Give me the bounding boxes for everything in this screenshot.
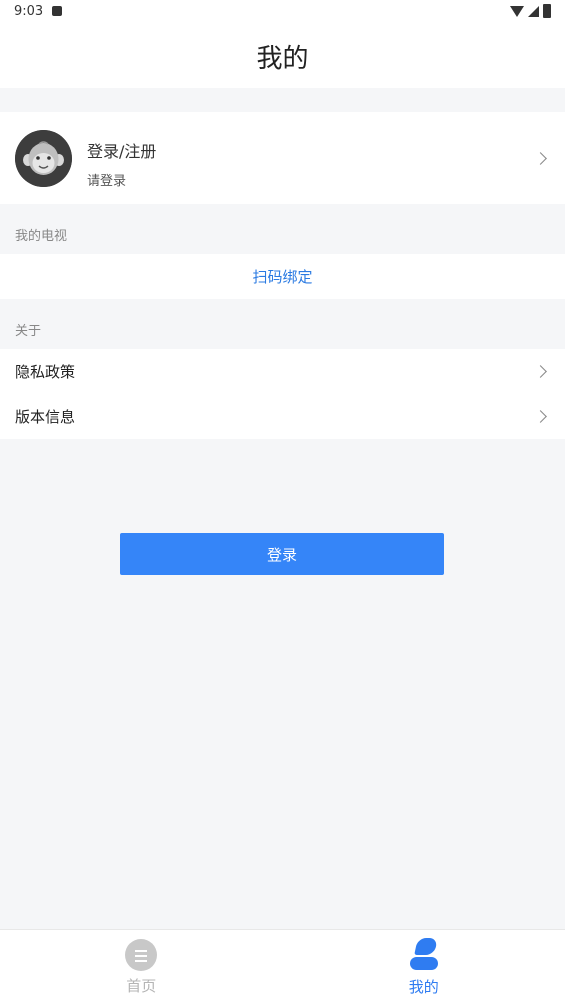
list-item-privacy-policy[interactable]: 隐私政策 bbox=[0, 349, 565, 394]
person-icon bbox=[409, 938, 439, 972]
list-item-label: 隐私政策 bbox=[15, 363, 76, 381]
chevron-right-icon bbox=[534, 410, 547, 423]
spacer bbox=[0, 88, 565, 112]
notification-icon bbox=[52, 6, 62, 16]
status-indicators bbox=[510, 4, 551, 18]
profile-login-row[interactable]: 登录/注册 请登录 bbox=[0, 112, 565, 204]
avatar bbox=[15, 130, 72, 187]
profile-subtitle: 请登录 bbox=[87, 174, 127, 189]
bottom-tab-bar: 首页 我的 bbox=[0, 929, 565, 1004]
tab-me[interactable]: 我的 bbox=[283, 930, 565, 1004]
page-title: 我的 bbox=[0, 24, 565, 88]
chevron-right-icon bbox=[534, 365, 547, 378]
list-item-version-info[interactable]: 版本信息 bbox=[0, 394, 565, 439]
status-bar: 9:03 bbox=[0, 0, 565, 24]
signal-icon bbox=[528, 5, 539, 17]
profile-title: 登录/注册 bbox=[87, 142, 157, 161]
battery-icon bbox=[543, 4, 551, 18]
list-item-label: 版本信息 bbox=[15, 408, 76, 426]
wifi-icon bbox=[510, 5, 524, 17]
profile-text: 登录/注册 请登录 bbox=[87, 138, 156, 189]
tab-label: 我的 bbox=[408, 978, 439, 996]
section-header-tv: 我的电视 bbox=[0, 204, 565, 254]
monkey-avatar-icon bbox=[15, 130, 72, 187]
scan-bind-button[interactable]: 扫码绑定 bbox=[0, 254, 565, 299]
tab-home[interactable]: 首页 bbox=[0, 930, 283, 1004]
home-icon bbox=[125, 939, 158, 971]
chevron-right-icon bbox=[534, 152, 547, 165]
section-header-label: 我的电视 bbox=[15, 229, 68, 244]
tab-label: 首页 bbox=[126, 977, 157, 995]
section-header-about: 关于 bbox=[0, 299, 565, 349]
login-button[interactable]: 登录 bbox=[120, 533, 444, 575]
status-time: 9:03 bbox=[14, 4, 44, 19]
section-header-label: 关于 bbox=[15, 324, 42, 339]
